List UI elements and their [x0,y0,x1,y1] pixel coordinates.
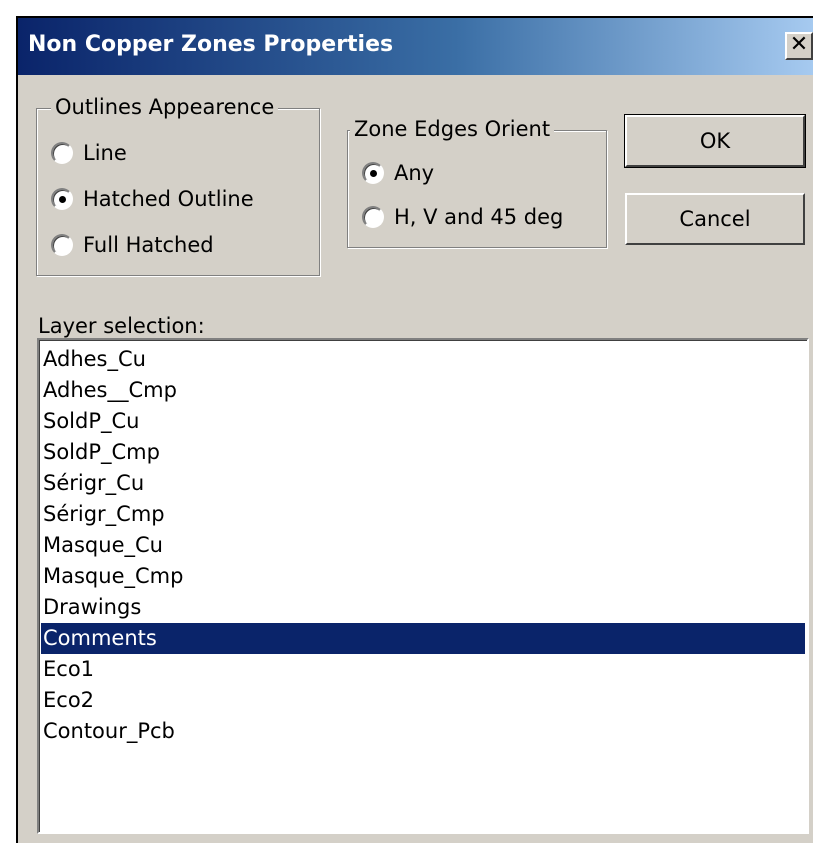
zone-edges-orient-group: Zone Edges Orient Any H, V and 45 deg [347,117,607,248]
dialog-window: Non Copper Zones Properties ✕ Outlines A… [16,16,813,843]
title-bar[interactable]: Non Copper Zones Properties ✕ [18,18,813,75]
list-item[interactable]: Masque_Cmp [41,561,805,592]
list-item[interactable]: SoldP_Cmp [41,437,805,468]
list-item[interactable]: Eco1 [41,654,805,685]
cancel-button[interactable]: Cancel [625,193,805,245]
outlines-appearance-group: Outlines Appearence Line Hatched Outline… [36,95,320,276]
layer-selection-label: Layer selection: [38,314,205,338]
outlines-appearance-legend: Outlines Appearence [51,95,279,119]
radio-full-hatched-indicator[interactable] [51,234,73,256]
list-item[interactable]: Sérigr_Cmp [41,499,805,530]
radio-hatched-outline-label: Hatched Outline [83,187,254,211]
list-item[interactable]: Adhes__Cmp [41,375,805,406]
close-icon: ✕ [789,32,809,57]
list-item[interactable]: Sérigr_Cu [41,468,805,499]
radio-line-indicator[interactable] [51,142,73,164]
list-item-selected[interactable]: Comments [41,623,805,654]
list-item[interactable]: Eco2 [41,685,805,716]
window-title: Non Copper Zones Properties [28,32,394,57]
radio-hv45-label: H, V and 45 deg [394,205,564,229]
radio-any-label: Any [394,161,435,185]
list-item[interactable]: Masque_Cu [41,530,805,561]
radio-any-indicator[interactable] [362,162,384,184]
ok-button[interactable]: OK [624,114,806,168]
radio-line-label: Line [83,141,127,165]
list-item[interactable]: Adhes_Cu [41,344,805,375]
radio-hv45-indicator[interactable] [362,206,384,228]
radio-full-hatched-label: Full Hatched [83,233,214,257]
radio-hatched-outline-indicator[interactable] [51,188,73,210]
layer-selection-listbox[interactable]: Adhes_Cu Adhes__Cmp SoldP_Cu SoldP_Cmp S… [37,338,809,834]
list-item[interactable]: Drawings [41,592,805,623]
list-item[interactable]: SoldP_Cu [41,406,805,437]
zone-edges-orient-legend: Zone Edges Orient [350,117,555,141]
list-item[interactable]: Contour_Pcb [41,716,805,747]
close-button[interactable]: ✕ [785,32,813,60]
